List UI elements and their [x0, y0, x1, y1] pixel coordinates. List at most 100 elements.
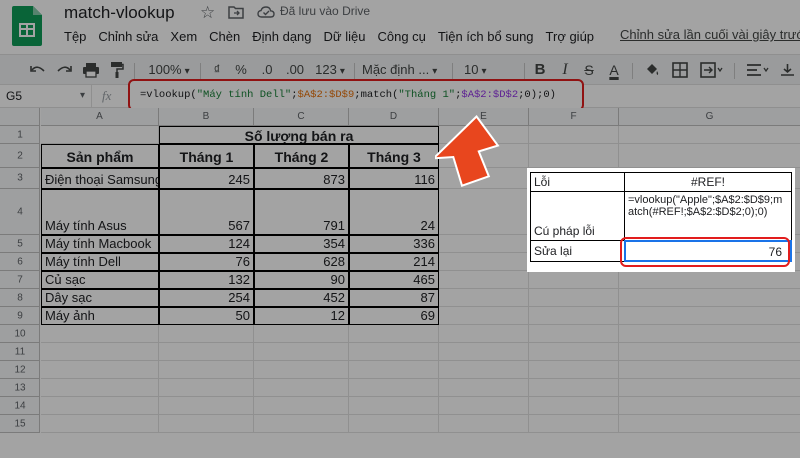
value-cell[interactable]: 567 — [159, 189, 254, 235]
fixed-label[interactable]: Sửa lại — [530, 240, 625, 262]
cell[interactable] — [619, 325, 800, 343]
move-folder-icon[interactable] — [228, 5, 244, 19]
syntax-error-formula[interactable]: =vlookup("Apple";$A$2:$D$9;match(#REF!;$… — [624, 191, 792, 241]
row-header-8[interactable]: 8 — [0, 289, 40, 307]
cell[interactable] — [159, 325, 254, 343]
redo-icon[interactable] — [56, 63, 72, 77]
value-cell[interactable]: 87 — [349, 289, 439, 307]
undo-icon[interactable] — [30, 63, 46, 77]
cell[interactable] — [349, 379, 439, 397]
cell[interactable] — [41, 343, 159, 361]
value-cell[interactable]: 791 — [254, 189, 349, 235]
menu-data[interactable]: Dữ liệu — [318, 26, 372, 48]
cell[interactable] — [159, 379, 254, 397]
fill-color-icon[interactable] — [644, 62, 660, 78]
cell[interactable] — [159, 361, 254, 379]
cell[interactable] — [41, 415, 159, 433]
document-title[interactable]: match-vlookup — [64, 3, 175, 23]
cell[interactable] — [439, 361, 529, 379]
row-header-13[interactable]: 13 — [0, 379, 40, 397]
cell[interactable] — [529, 415, 619, 433]
cell[interactable] — [41, 397, 159, 415]
value-cell[interactable]: 132 — [159, 271, 254, 289]
cell[interactable] — [619, 343, 800, 361]
cell[interactable] — [254, 361, 349, 379]
value-cell[interactable]: 873 — [254, 168, 349, 189]
cell[interactable] — [254, 379, 349, 397]
row-header-12[interactable]: 12 — [0, 361, 40, 379]
cell[interactable] — [41, 126, 159, 144]
column-header-g[interactable]: G — [619, 108, 800, 126]
cell[interactable] — [349, 343, 439, 361]
print-icon[interactable] — [82, 62, 100, 78]
menu-help[interactable]: Trợ giúp — [540, 26, 601, 48]
merged-header-cell[interactable]: Số lượng bán ra — [159, 126, 439, 144]
cell[interactable] — [529, 126, 619, 144]
align-icon[interactable] — [746, 63, 770, 77]
value-cell[interactable]: 69 — [349, 307, 439, 325]
cell[interactable] — [439, 307, 529, 325]
cell[interactable] — [254, 415, 349, 433]
value-cell[interactable]: 12 — [254, 307, 349, 325]
column-header-d[interactable]: D — [349, 108, 439, 126]
row-header-10[interactable]: 10 — [0, 325, 40, 343]
text-color-button[interactable]: A — [606, 55, 622, 85]
value-cell[interactable]: 90 — [254, 271, 349, 289]
cell[interactable] — [619, 307, 800, 325]
value-cell[interactable]: 116 — [349, 168, 439, 189]
menu-tools[interactable]: Công cụ — [371, 26, 431, 48]
value-cell[interactable]: 124 — [159, 235, 254, 253]
column-header-c[interactable]: C — [254, 108, 349, 126]
cell[interactable] — [529, 361, 619, 379]
star-icon[interactable]: ☆ — [200, 3, 215, 23]
menu-addons[interactable]: Tiện ích bổ sung — [432, 26, 540, 48]
table-header-cell[interactable]: Sản phẩm — [41, 144, 159, 168]
cell[interactable] — [254, 343, 349, 361]
cloud-saved-icon[interactable] — [257, 5, 275, 19]
cell[interactable] — [619, 397, 800, 415]
cell[interactable] — [619, 126, 800, 144]
row-header-2[interactable]: 2 — [0, 144, 40, 168]
value-cell[interactable]: 50 — [159, 307, 254, 325]
sheets-logo[interactable] — [12, 6, 42, 46]
row-header-5[interactable]: 5 — [0, 235, 40, 253]
cell[interactable] — [159, 397, 254, 415]
cell[interactable] — [439, 379, 529, 397]
column-header-b[interactable]: B — [159, 108, 254, 126]
cell[interactable] — [529, 397, 619, 415]
cell[interactable] — [439, 235, 529, 253]
cell[interactable] — [529, 307, 619, 325]
cell[interactable] — [439, 253, 529, 271]
menu-view[interactable]: Xem — [164, 26, 203, 48]
value-cell[interactable]: 214 — [349, 253, 439, 271]
cell[interactable] — [619, 289, 800, 307]
table-header-cell[interactable]: Tháng 2 — [254, 144, 349, 168]
formula-input[interactable]: =vlookup("Máy tính Dell";$A$2:$D$9;match… — [128, 79, 584, 111]
last-edit-link[interactable]: Chỉnh sửa lần cuối vài giây trước — [620, 27, 800, 42]
cell[interactable] — [619, 379, 800, 397]
value-cell[interactable]: 465 — [349, 271, 439, 289]
row-header-7[interactable]: 7 — [0, 271, 40, 289]
product-cell[interactable]: Dây sạc — [41, 289, 159, 307]
cell[interactable] — [349, 397, 439, 415]
product-cell[interactable]: Củ sạc — [41, 271, 159, 289]
vertical-align-icon[interactable] — [780, 63, 798, 77]
strikethrough-button[interactable]: S — [582, 55, 596, 85]
select-all-corner[interactable] — [0, 108, 40, 126]
row-header-6[interactable]: 6 — [0, 253, 40, 271]
column-header-f[interactable]: F — [529, 108, 619, 126]
product-cell[interactable]: Máy tính Asus — [41, 189, 159, 235]
error-label[interactable]: Lỗi — [530, 172, 625, 192]
paint-format-icon[interactable] — [110, 61, 124, 79]
cell[interactable] — [529, 379, 619, 397]
merge-cells-icon[interactable] — [700, 62, 724, 78]
cell[interactable] — [159, 343, 254, 361]
menu-format[interactable]: Định dạng — [246, 26, 317, 48]
cell[interactable] — [619, 415, 800, 433]
row-header-4[interactable]: 4 — [0, 189, 40, 235]
cell[interactable] — [349, 415, 439, 433]
cell[interactable] — [41, 325, 159, 343]
error-value[interactable]: #REF! — [624, 172, 792, 192]
cell[interactable] — [254, 397, 349, 415]
cell[interactable] — [619, 361, 800, 379]
